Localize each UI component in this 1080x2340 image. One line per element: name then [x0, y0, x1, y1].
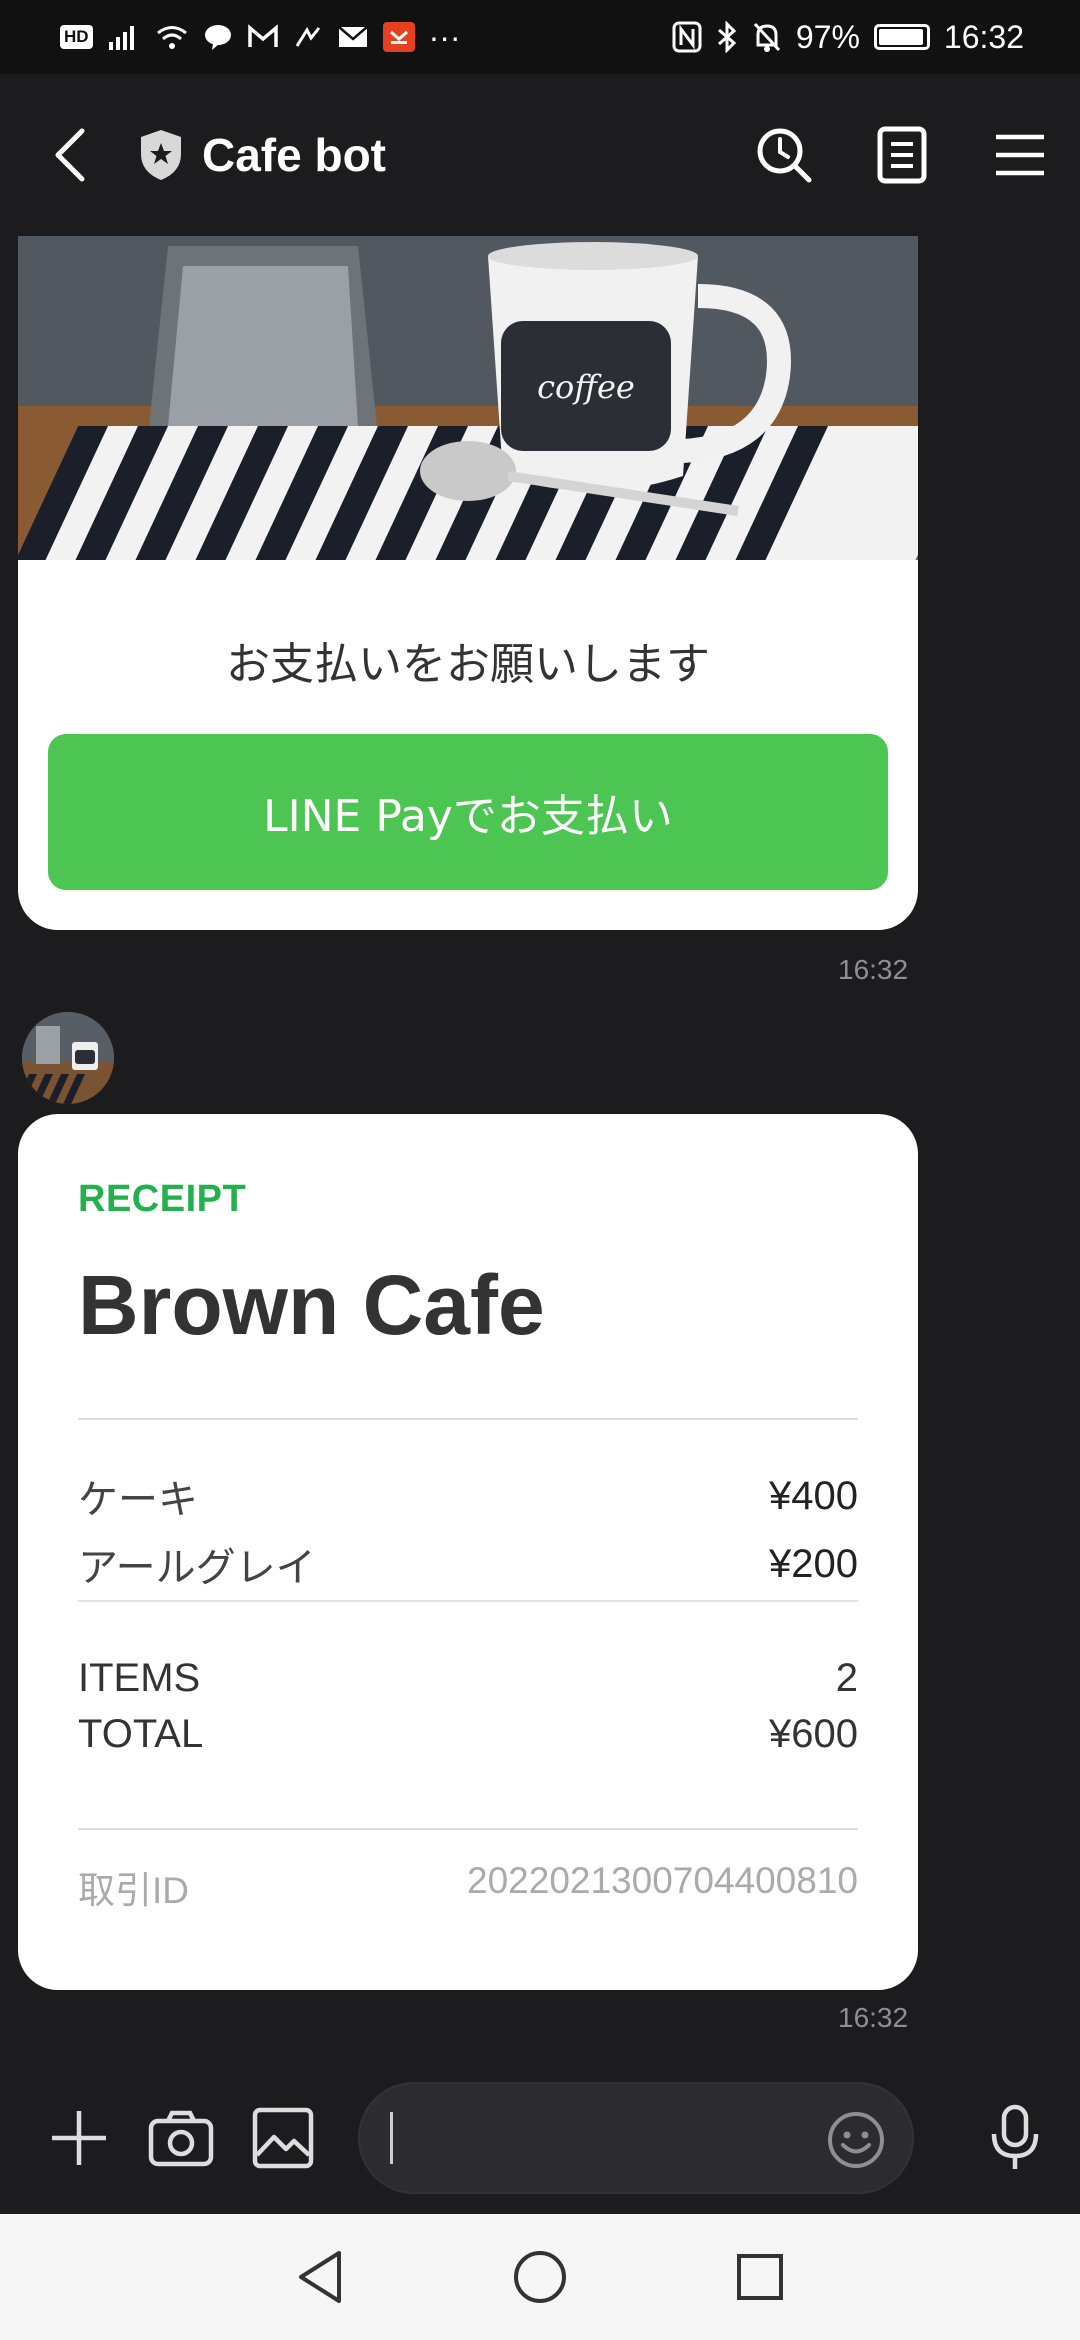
divider: [78, 1418, 858, 1420]
summary-row: TOTAL ¥600: [78, 1706, 858, 1762]
back-button[interactable]: [50, 115, 110, 195]
receipt-item-row: ケーキ ¥400: [78, 1462, 858, 1530]
clock-search-icon: [757, 128, 812, 183]
status-bar: HD ··· 97% 16:32: [0, 0, 1080, 74]
chat-title-group[interactable]: Cafe bot: [138, 128, 386, 182]
shield-icon: [141, 130, 181, 180]
transaction-row: 取引ID 2022021300704400810: [78, 1860, 858, 1914]
nfc-wave-icon: [293, 24, 323, 50]
summary-label: ITEMS: [78, 1655, 201, 1700]
menu-icon: [996, 134, 1044, 176]
image-button[interactable]: [248, 2103, 318, 2173]
nav-recents-button[interactable]: [725, 2242, 795, 2312]
signal-icon: [107, 22, 141, 52]
receipt-item-row: アールグレイ ¥200: [78, 1530, 858, 1598]
transaction-id: 2022021300704400810: [467, 1860, 858, 1901]
line-app-icon: [203, 22, 233, 52]
system-nav-bar: [0, 2214, 1080, 2340]
status-bar-right: 97% 16:32: [672, 19, 1024, 56]
gmail-icon: [247, 24, 279, 50]
nfc-icon: [672, 21, 702, 53]
summary-row: ITEMS 2: [78, 1650, 858, 1706]
payment-prompt: お支払いをお願いします: [226, 639, 710, 690]
text-cursor: [390, 2112, 393, 2164]
app-notification-icon: [382, 22, 415, 52]
notes-button[interactable]: [870, 123, 934, 187]
chat-header: Cafe bot: [0, 74, 1080, 236]
chevron-left-icon: [55, 128, 85, 182]
coffee-cup-illustration: coffee: [18, 236, 918, 560]
plus-icon: [52, 2111, 106, 2165]
battery-level: [878, 29, 924, 45]
status-bar-left: HD ···: [60, 19, 461, 56]
bot-avatar[interactable]: [22, 1012, 114, 1104]
mug-label: coffee: [537, 368, 635, 406]
triangle-back-icon: [299, 2251, 341, 2303]
image-icon: [252, 2107, 314, 2169]
chat-title: Cafe bot: [202, 129, 386, 181]
summary-label: TOTAL: [78, 1711, 204, 1756]
chat-area[interactable]: coffee お支払いをお願いします LINE Payでお支払い 16:32 R…: [0, 236, 1080, 2062]
receipt-summary: ITEMS 2 TOTAL ¥600: [78, 1650, 858, 1762]
divider: [78, 1600, 858, 1602]
nav-back-button[interactable]: [285, 2242, 355, 2312]
menu-button[interactable]: [988, 123, 1052, 187]
camera-icon: [148, 2110, 214, 2167]
battery-icon: [873, 24, 930, 50]
nav-home-button[interactable]: [505, 2242, 575, 2312]
message-timestamp: 16:32: [838, 2002, 909, 2033]
summary-value: 2: [835, 1655, 858, 1700]
item-name: アールグレイ: [78, 1545, 316, 1591]
emoji-icon[interactable]: [826, 2110, 886, 2170]
add-button[interactable]: [44, 2103, 114, 2173]
camera-button[interactable]: [146, 2103, 216, 2173]
message-timestamp: 16:32: [838, 954, 909, 985]
item-name: ケーキ: [78, 1477, 198, 1523]
square-recents-icon: [737, 2254, 783, 2300]
circle-home-icon: [514, 2251, 566, 2303]
bluetooth-icon: [716, 21, 738, 53]
transaction-label: 取引ID: [78, 1870, 189, 1911]
payment-message-card: coffee お支払いをお願いします LINE Payでお支払い: [18, 236, 918, 930]
message-text-field[interactable]: [401, 2117, 882, 2159]
receipt-items: ケーキ ¥400 アールグレイ ¥200: [78, 1462, 858, 1602]
receipt-label: RECEIPT: [78, 1178, 247, 1220]
message-input-bar: [0, 2062, 1080, 2214]
mail-icon: [337, 25, 369, 49]
summary-value: ¥600: [769, 1711, 858, 1756]
header-actions: [752, 123, 1052, 187]
message-input[interactable]: [358, 2082, 914, 2194]
mute-bell-icon: [752, 21, 782, 53]
item-price: ¥200: [769, 1541, 858, 1586]
coffee-hero-image: coffee: [18, 236, 918, 560]
search-history-button[interactable]: [752, 123, 816, 187]
wifi-icon: [155, 22, 189, 52]
voice-button[interactable]: [980, 2098, 1050, 2178]
divider: [78, 1828, 858, 1830]
hd-badge: HD: [60, 25, 93, 49]
battery-percent: 97%: [795, 18, 860, 55]
more-notifications-icon: ···: [428, 18, 461, 55]
line-pay-button[interactable]: LINE Payでお支払い: [48, 734, 888, 890]
avatar-image: [22, 1012, 114, 1104]
notes-icon: [877, 126, 927, 184]
item-price: ¥400: [769, 1473, 858, 1518]
receipt-message-card: RECEIPT Brown Cafe ケーキ ¥400 アールグレイ ¥200 …: [18, 1114, 918, 1990]
status-time: 16:32: [943, 18, 1024, 55]
microphone-icon: [991, 2104, 1039, 2169]
shop-name: Brown Cafe: [78, 1258, 545, 1352]
